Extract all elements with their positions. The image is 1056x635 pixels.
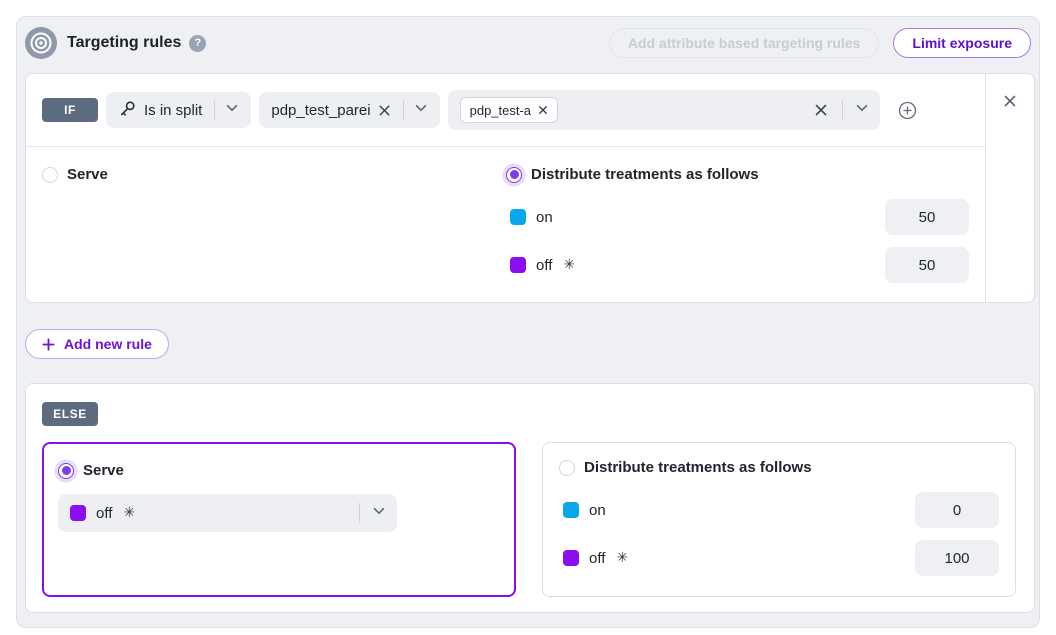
else-badge: ELSE (42, 402, 98, 426)
add-new-rule-label: Add new rule (64, 336, 152, 352)
else-serve-label: Serve (83, 462, 124, 479)
else-rule-card: ELSE Serve off ✳ (25, 383, 1035, 613)
treatment-color-swatch (510, 257, 526, 273)
percent-input[interactable]: 0 (915, 492, 999, 528)
add-new-rule-button[interactable]: Add new rule (25, 329, 169, 359)
targeting-rules-panel: Targeting rules ? Add attribute based ta… (16, 16, 1040, 628)
else-distribute-radio[interactable] (559, 460, 575, 476)
chevron-down-icon (372, 504, 386, 523)
percent-input[interactable]: 50 (885, 199, 969, 235)
else-serve-treatment-select[interactable]: off ✳ (58, 494, 397, 532)
chevron-down-icon (855, 101, 869, 120)
panel-header: Targeting rules ? Add attribute based ta… (25, 27, 1031, 59)
matcher-label: Is in split (144, 102, 202, 119)
treatment-row: off ✳ 50 (506, 247, 969, 283)
treatment-color-swatch (563, 502, 579, 518)
default-treatment-icon: ✳ (563, 257, 575, 273)
else-serve-card: Serve off ✳ (42, 442, 516, 597)
serve-label: Serve (67, 166, 108, 183)
else-serve-radio[interactable] (58, 463, 74, 479)
remove-value-icon[interactable] (538, 105, 548, 115)
chevron-down-icon (414, 101, 428, 119)
treatment-name: on (589, 502, 606, 519)
treatment-row: on 50 (506, 199, 969, 235)
limit-exposure-button[interactable]: Limit exposure (893, 28, 1031, 58)
matcher-select[interactable]: Is in split (106, 92, 251, 128)
help-icon[interactable]: ? (189, 35, 206, 52)
distribute-radio[interactable] (506, 167, 522, 183)
add-condition-icon[interactable] (898, 101, 917, 120)
treatment-name: off (589, 550, 605, 567)
condition-row: IF Is in split (26, 74, 985, 147)
percent-input[interactable]: 50 (885, 247, 969, 283)
split-name-select[interactable]: pdp_test_parei (259, 92, 439, 128)
distribute-label: Distribute treatments as follows (531, 166, 759, 183)
split-name-value: pdp_test_parei (271, 102, 370, 119)
rule-aside (985, 74, 1034, 302)
if-badge: IF (42, 98, 98, 122)
key-icon (118, 99, 137, 122)
serve-radio[interactable] (42, 167, 58, 183)
chevron-down-icon (225, 101, 239, 119)
value-tag-label: pdp_test-a (470, 103, 531, 118)
add-attribute-rules-button[interactable]: Add attribute based targeting rules (609, 28, 880, 58)
page-title: Targeting rules (67, 34, 181, 52)
target-bullseye-icon (25, 27, 57, 59)
treatment-row: off ✳ 100 (559, 540, 999, 576)
treatment-name: on (536, 209, 553, 226)
treatment-color-swatch (563, 550, 579, 566)
treatment-row: on 0 (559, 492, 999, 528)
default-treatment-icon: ✳ (616, 550, 628, 566)
percent-input[interactable]: 100 (915, 540, 999, 576)
delete-rule-icon[interactable] (1003, 94, 1017, 302)
else-distribute-card: Distribute treatments as follows on 0 of… (542, 442, 1016, 597)
treatment-values-field[interactable]: pdp_test-a (448, 90, 880, 130)
clear-values-icon[interactable] (814, 103, 828, 117)
treatment-color-swatch (510, 209, 526, 225)
treatment-name: off (96, 505, 112, 522)
default-treatment-icon: ✳ (123, 505, 135, 521)
clear-split-icon[interactable] (378, 104, 391, 117)
if-rule-card: IF Is in split (25, 73, 1035, 303)
treatment-name: off (536, 257, 552, 274)
else-distribute-label: Distribute treatments as follows (584, 459, 812, 476)
treatment-color-swatch (70, 505, 86, 521)
value-tag: pdp_test-a (460, 97, 558, 123)
